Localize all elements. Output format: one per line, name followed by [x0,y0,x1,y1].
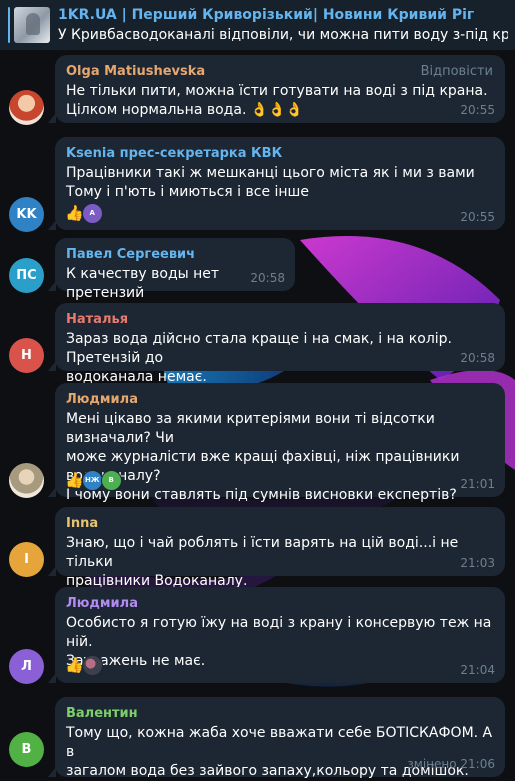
reactor-avatar: НЖ [81,469,103,491]
message-text: Особисто я готую їжу на воді з крану і к… [66,615,492,669]
avatar[interactable]: I [9,542,44,577]
author-name[interactable]: Inna [66,516,98,531]
message-time: 20:58 [460,351,495,365]
post-preview: У Кривбасводоканалі відповіли, чи можна … [58,27,508,43]
reactor-avatar [81,654,103,676]
reaction-badge[interactable]: 👍 А [65,202,103,224]
reactor-avatar: В [100,469,122,491]
avatar[interactable] [9,463,44,498]
avatar[interactable]: ПС [9,258,44,293]
message-bubble[interactable]: Ksenia прес-секретарка КВК Працівники та… [48,137,505,230]
message-time: 20:55 [460,210,495,224]
message-bubble[interactable]: Наталья Зараз вода дійсно стала краще і … [48,303,505,385]
message-time: змінено 21:06 [407,757,495,771]
author-name[interactable]: Валентин [66,706,138,721]
message-text: Працівники такі ж мешканці цього міста я… [66,165,475,200]
message-bubble[interactable]: Inna Знаю, що і чай роблять і їсти варят… [48,507,505,589]
reactor-avatar: А [81,202,103,224]
author-name[interactable]: Павел Сергеевич [66,247,195,262]
thumbs-up-icon: 👍 [65,471,84,489]
author-name[interactable]: Людмила [66,392,138,407]
message-bubble[interactable]: Валентин Тому що, кожна жаба хоче вважат… [48,697,505,779]
channel-thumbnail [14,7,50,43]
avatar[interactable]: Н [9,338,44,373]
message-time: 20:58 [250,271,285,285]
message-time: 21:03 [460,556,495,570]
message-text: Тому що, кожна жаба хоче вважати себе БО… [66,725,493,779]
author-name[interactable]: Наталья [66,312,128,327]
message-time: 21:01 [460,477,495,491]
message-bubble[interactable]: Людмила Особисто я готую їжу на воді з к… [48,587,505,683]
message-time: 21:04 [460,663,495,677]
avatar[interactable]: Л [9,649,44,684]
message-bubble[interactable]: Павел Сергеевич К качеству воды нет прет… [48,238,295,301]
avatar[interactable]: KK [9,197,44,232]
author-name[interactable]: Ksenia прес-секретарка КВК [66,146,282,161]
author-name[interactable]: Людмила [66,596,138,611]
avatar[interactable]: В [9,732,44,767]
author-name[interactable]: Olga Matiushevska [66,64,205,79]
message-text: Зараз вода дійсно стала краще і на смак,… [66,331,452,385]
reaction-badge[interactable]: 👍 НЖ В [65,469,122,491]
header-accent-bar [8,7,10,43]
avatar[interactable] [9,90,44,125]
message-text: Мені цікаво за якими критеріями вони ті … [66,411,460,503]
message-bubble[interactable]: Людмила Мені цікаво за якими критеріями … [48,383,505,503]
pinned-channel-header[interactable]: 1KR.UA | Перший Криворізький| Новини Кри… [0,0,515,50]
reaction-badge[interactable]: 👍 [65,654,103,676]
message-bubble[interactable]: Olga Matiushevska Відповісти Не тільки п… [48,55,505,123]
thumbs-up-icon: 👍 [65,656,84,674]
thumbs-up-icon: 👍 [65,204,84,222]
message-text: Знаю, що і чай роблять і їсти варять на … [66,535,459,589]
message-time: 20:55 [460,103,495,117]
channel-title[interactable]: 1KR.UA | Перший Криворізький| Новини Кри… [58,7,474,23]
reply-button[interactable]: Відповісти [421,64,493,79]
message-text: Не тільки пити, можна їсти готувати на в… [66,83,488,118]
